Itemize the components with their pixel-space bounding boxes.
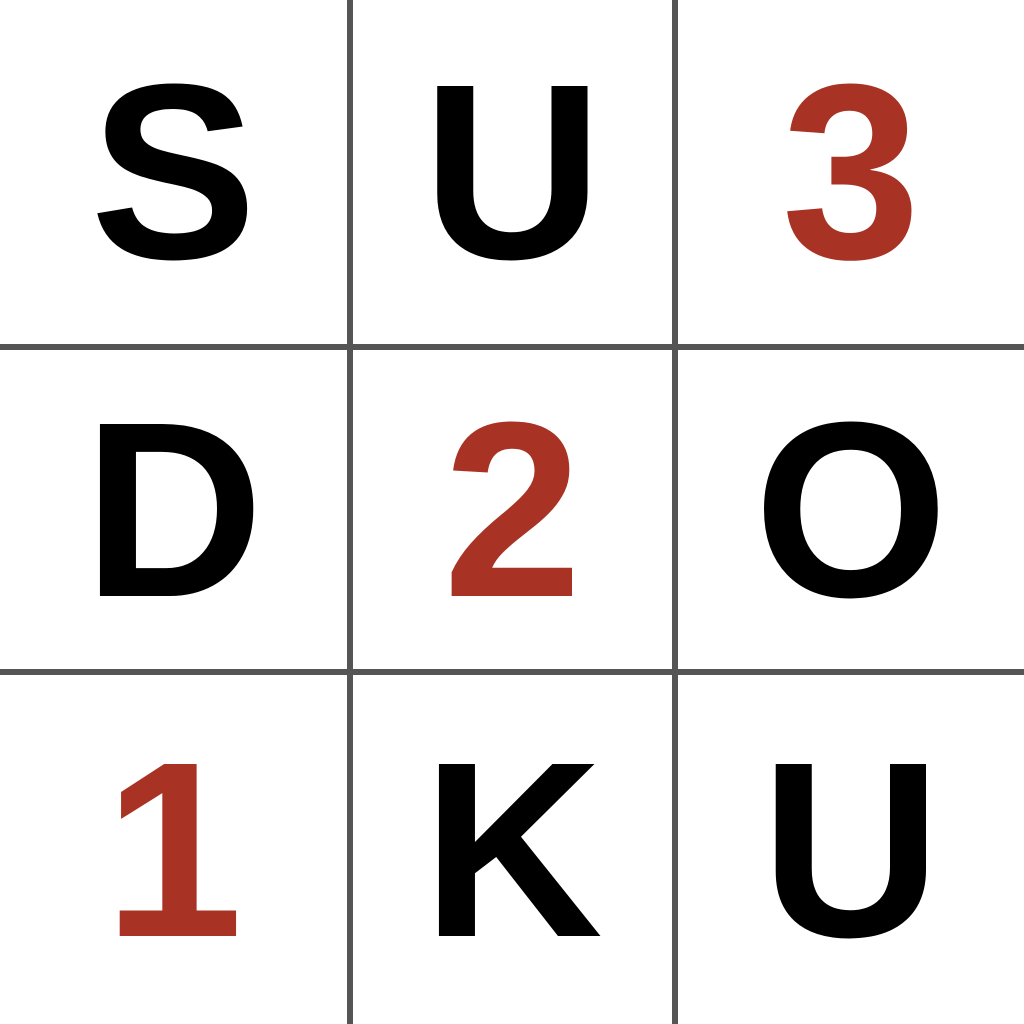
cell-r3-c3: U: [678, 675, 1024, 1024]
cell-glyph: K: [422, 709, 603, 989]
cell-glyph: O: [753, 369, 949, 649]
cell-r2-c1: D: [0, 350, 347, 669]
cell-r3-c2: K: [353, 675, 672, 1024]
cell-glyph: U: [422, 32, 603, 311]
sudoku-logo-board: S U 3 D 2 O 1 K U: [0, 0, 1024, 1024]
cell-glyph: D: [83, 369, 264, 649]
cell-glyph: U: [760, 709, 942, 989]
cell-glyph: S: [90, 32, 257, 311]
cell-r2-c3: O: [678, 350, 1024, 669]
cell-glyph: 1: [103, 709, 244, 989]
cell-r1-c2: U: [353, 0, 672, 344]
cell-r2-c2: 2: [353, 350, 672, 669]
cell-r1-c3: 3: [678, 0, 1024, 344]
cell-r3-c1: 1: [0, 675, 347, 1024]
cell-glyph: 2: [442, 369, 583, 649]
cell-glyph: 3: [781, 32, 921, 311]
cell-r1-c1: S: [0, 0, 347, 344]
